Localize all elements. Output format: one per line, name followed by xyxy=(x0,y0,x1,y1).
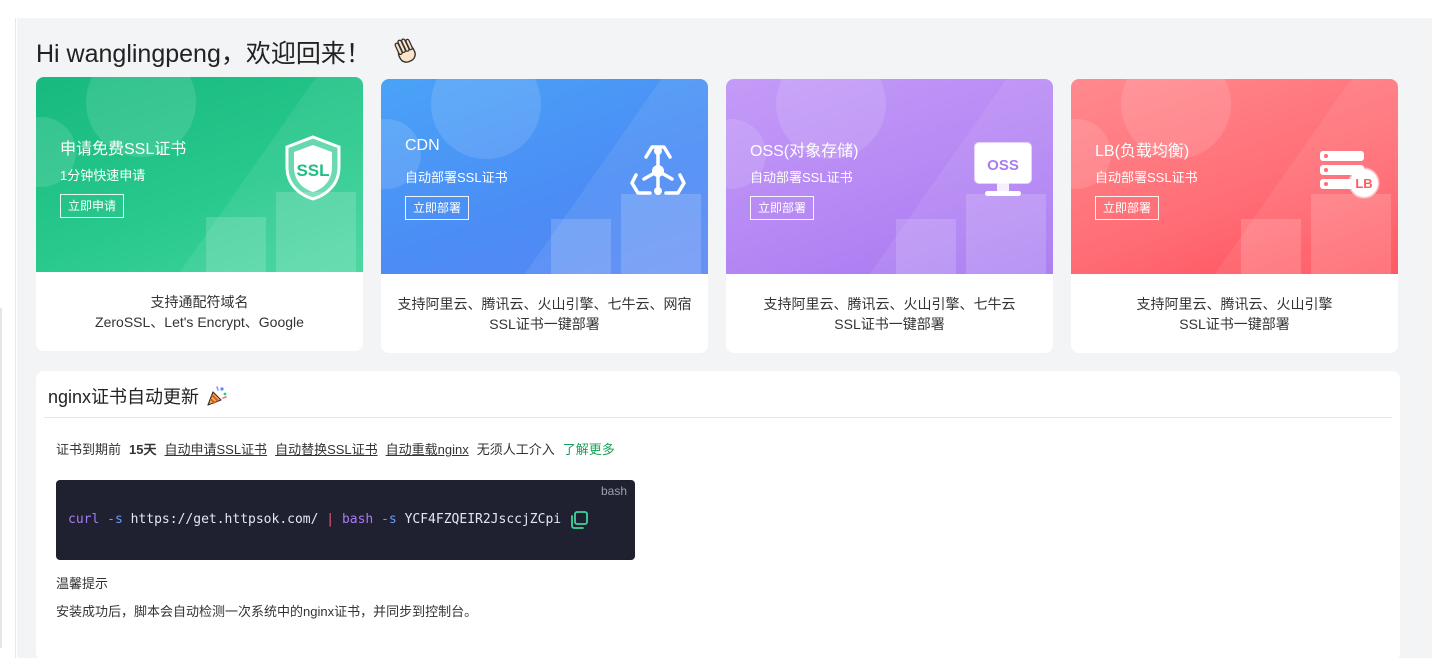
cmd-curl: curl xyxy=(68,512,100,527)
card-footer-line1: 支持阿里云、腾讯云、火山引擎、七牛云、网宿 xyxy=(397,295,692,312)
deploy-now-button[interactable]: 立即部署 xyxy=(1095,196,1160,220)
card-hero: OSS(对象存储) 自动部署SSL证书 立即部署 OSS xyxy=(726,79,1053,274)
tip-title: 温馨提示 xyxy=(56,576,109,591)
cmd-pipe: | xyxy=(326,512,335,527)
top-bar xyxy=(0,0,1432,18)
network-nodes-icon xyxy=(624,135,692,205)
card-lb: LB(负载均衡) 自动部署SSL证书 立即部署 LB 支持阿里云、腾讯云、火山引… xyxy=(1071,79,1398,353)
cmd-token: YCF4FZQEIR2JsccjZCpi xyxy=(404,512,562,527)
greeting-text: Hi wanglingpeng，欢迎回来！ xyxy=(36,40,371,68)
party-popper-icon xyxy=(205,384,229,408)
panel-title-text: nginx证书自动更新 xyxy=(48,387,200,407)
card-footer-line2: SSL证书一键部署 xyxy=(489,315,600,332)
card-oss: OSS(对象存储) 自动部署SSL证书 立即部署 OSS 支持阿里云、腾讯云、火… xyxy=(726,79,1053,353)
card-title: LB(负载均衡) xyxy=(1095,143,1190,160)
cmd-url: https://get.httpsok.com/ xyxy=(130,512,319,527)
card-footer: 支持阿里云、腾讯云、火山引擎、七牛云、网宿 SSL证书一键部署 xyxy=(381,274,708,353)
svg-text:OSS: OSS xyxy=(987,157,1019,174)
card-subtitle: 自动部署SSL证书 xyxy=(1095,170,1198,185)
service-cards: 申请免费SSL证书 1分钟快速申请 立即申请 SSL 支持通配符域名 ZeroS… xyxy=(36,77,1400,353)
days-before-expiry: 15天 xyxy=(129,442,157,457)
tip-text: 安装成功后，脚本会自动检测一次系统中的nginx证书，并同步到控制台。 xyxy=(56,604,478,619)
deploy-now-button[interactable]: 立即部署 xyxy=(750,196,815,220)
cmd-flag: -s xyxy=(107,512,123,527)
code-language-label: bash xyxy=(600,484,627,498)
server-lb-icon: LB xyxy=(1314,135,1382,205)
card-footer: 支持阿里云、腾讯云、火山引擎 SSL证书一键部署 xyxy=(1071,274,1398,353)
main-content: Hi wanglingpeng，欢迎回来！ 申请免费SSL证书 1分钟快速申请 … xyxy=(17,18,1432,658)
panel-divider xyxy=(44,417,1392,418)
card-subtitle: 自动部署SSL证书 xyxy=(750,170,853,185)
card-footer: 支持阿里云、腾讯云、火山引擎、七牛云 SSL证书一键部署 xyxy=(726,274,1053,353)
sidebar-scroll-track xyxy=(0,308,2,648)
card-footer: 支持通配符域名 ZeroSSL、Let's Encrypt、Google xyxy=(36,272,363,351)
svg-text:LB: LB xyxy=(1355,176,1372,191)
cmd-flag: -s xyxy=(381,512,397,527)
waving-hand-icon xyxy=(391,37,421,67)
panel-title: nginx证书自动更新 xyxy=(48,383,229,409)
nginx-description: 证书到期前 15天 自动申请SSL证书 自动替换SSL证书 自动重载nginx … xyxy=(56,439,615,458)
nginx-auto-renew-panel: nginx证书自动更新 证书到期前 15天 自动申请SSL证书 自动替换SSL证… xyxy=(36,371,1400,658)
card-footer-line1: 支持通配符域名 xyxy=(150,293,249,310)
card-subtitle: 自动部署SSL证书 xyxy=(405,170,508,185)
card-footer-line2: SSL证书一键部署 xyxy=(1179,315,1290,332)
install-command[interactable]: curl -s https://get.httpsok.com/ | bash … xyxy=(68,512,561,527)
desc-suffix: 无须人工介入 xyxy=(476,442,555,457)
deploy-now-button[interactable]: 立即部署 xyxy=(405,196,470,220)
card-footer-line1: 支持阿里云、腾讯云、火山引擎、七牛云 xyxy=(763,295,1016,312)
card-footer-line2: SSL证书一键部署 xyxy=(834,315,945,332)
left-sidebar-edge xyxy=(0,18,16,658)
card-cdn: CDN 自动部署SSL证书 立即部署 支持阿里云、腾讯云、火山引擎、七牛云、网宿… xyxy=(381,79,708,353)
desc-prefix: 证书到期前 xyxy=(56,442,122,457)
card-title: CDN xyxy=(405,137,440,154)
card-footer-line2: ZeroSSL、Let's Encrypt、Google xyxy=(95,313,304,330)
card-hero: CDN 自动部署SSL证书 立即部署 xyxy=(381,79,708,274)
monitor-oss-icon: OSS xyxy=(969,135,1037,205)
card-hero: 申请免费SSL证书 1分钟快速申请 立即申请 SSL xyxy=(36,77,363,272)
feature-auto-reload: 自动重载nginx xyxy=(385,442,469,457)
card-footer-line1: 支持阿里云、腾讯云、火山引擎 xyxy=(1136,295,1333,312)
card-title: 申请免费SSL证书 xyxy=(60,141,187,158)
feature-auto-apply: 自动申请SSL证书 xyxy=(164,442,268,457)
card-subtitle: 1分钟快速申请 xyxy=(60,168,146,183)
page-greeting: Hi wanglingpeng，欢迎回来！ xyxy=(36,34,421,70)
copy-icon[interactable] xyxy=(569,510,589,530)
decor-bubble xyxy=(431,79,541,159)
card-hero: LB(负载均衡) 自动部署SSL证书 立即部署 LB xyxy=(1071,79,1398,274)
apply-now-button[interactable]: 立即申请 xyxy=(60,194,125,218)
install-command-block: bash curl -s https://get.httpsok.com/ | … xyxy=(56,480,635,560)
cmd-bash: bash xyxy=(341,512,374,527)
svg-text:SSL: SSL xyxy=(296,161,329,180)
learn-more-link[interactable]: 了解更多 xyxy=(563,439,615,458)
feature-auto-replace: 自动替换SSL证书 xyxy=(275,442,378,457)
card-title: OSS(对象存储) xyxy=(750,143,859,160)
shield-ssl-icon: SSL xyxy=(279,133,347,203)
card-free-ssl: 申请免费SSL证书 1分钟快速申请 立即申请 SSL 支持通配符域名 ZeroS… xyxy=(36,77,363,351)
